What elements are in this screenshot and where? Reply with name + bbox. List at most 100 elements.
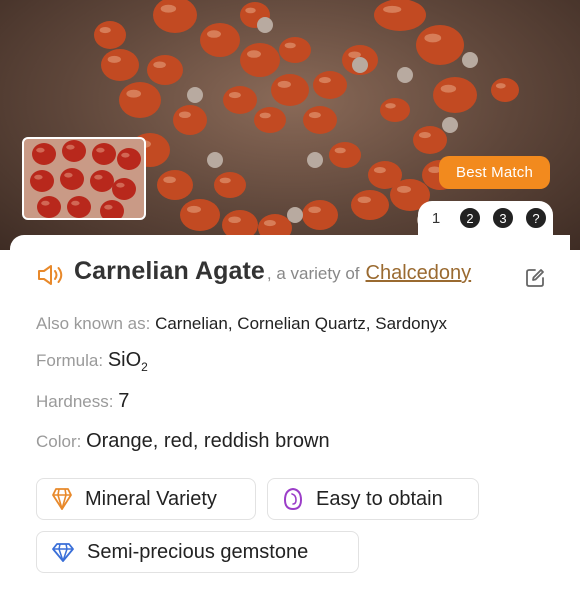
- stone-name: Carnelian Agate: [74, 257, 265, 285]
- tag-easy-to-obtain[interactable]: Easy to obtain: [267, 478, 479, 520]
- pearl-bead: [397, 67, 413, 83]
- hardness-value: 7: [118, 390, 130, 412]
- bead-highlight: [418, 132, 431, 139]
- bead-highlight: [245, 7, 256, 14]
- bead-highlight: [36, 147, 45, 153]
- bead-highlight: [121, 152, 130, 158]
- thumbnail-photo[interactable]: [22, 137, 146, 220]
- bead: [100, 200, 124, 218]
- page-2-button[interactable]: 2: [459, 207, 481, 229]
- bead: [147, 55, 183, 85]
- bead: [117, 148, 141, 170]
- bead: [200, 23, 240, 57]
- bead-highlight: [66, 144, 75, 150]
- result-pager: 1 2 3 ?: [418, 201, 553, 235]
- bead-highlight: [373, 167, 386, 174]
- pearl-bead: [352, 57, 368, 73]
- bead-highlight: [277, 80, 291, 88]
- bead: [37, 196, 61, 218]
- pearl-bead: [287, 207, 303, 223]
- page-help-button[interactable]: ?: [525, 207, 547, 229]
- bead-highlight: [64, 172, 73, 178]
- bead: [173, 105, 207, 135]
- tag-mineral-variety[interactable]: Mineral Variety: [36, 478, 256, 520]
- speaker-icon[interactable]: [36, 263, 66, 287]
- bead: [368, 161, 402, 189]
- bead: [92, 143, 116, 165]
- bead-highlight: [219, 177, 231, 184]
- parent-mineral-link[interactable]: Chalcedony: [366, 262, 472, 285]
- bead: [112, 178, 136, 200]
- bead-highlight: [348, 51, 361, 59]
- bead-highlight: [94, 174, 103, 180]
- pearl-bead: [442, 117, 458, 133]
- bead: [153, 0, 197, 33]
- bead: [119, 82, 161, 118]
- bead-highlight: [116, 182, 125, 188]
- color-row: Color: Orange, red, reddish brown: [36, 430, 330, 453]
- bead-highlight: [385, 103, 396, 109]
- bead-highlight: [284, 42, 296, 49]
- bead-highlight: [107, 55, 121, 63]
- bead: [101, 49, 139, 81]
- diamond-icon: [52, 543, 74, 562]
- pearl-bead: [307, 152, 323, 168]
- bead-highlight: [160, 4, 177, 13]
- bead: [491, 78, 519, 102]
- pearl-bead: [187, 87, 203, 103]
- bead: [413, 126, 447, 154]
- bead-highlight: [228, 216, 241, 224]
- bead: [374, 0, 426, 31]
- bead: [271, 74, 309, 106]
- bead: [302, 200, 338, 230]
- bead-highlight: [263, 220, 276, 227]
- bead: [94, 21, 126, 49]
- thumbnail-image: [30, 140, 141, 218]
- bead-highlight: [153, 61, 166, 69]
- bead-highlight: [308, 112, 321, 119]
- bead: [254, 107, 286, 133]
- title-row: Carnelian Agate , a variety of Chalcedon…: [36, 257, 471, 293]
- pearl-bead: [257, 17, 273, 33]
- bead-highlight: [424, 33, 442, 43]
- bead: [329, 142, 361, 168]
- bead-highlight: [383, 5, 402, 13]
- bead-highlight: [397, 185, 411, 193]
- bead-highlight: [247, 50, 261, 58]
- bead-highlight: [357, 196, 371, 204]
- formula-subscript: 2: [141, 360, 148, 374]
- tag-label: Easy to obtain: [316, 487, 443, 510]
- bead-highlight: [178, 111, 191, 119]
- page-1-button[interactable]: 1: [425, 207, 447, 229]
- bead: [313, 71, 347, 99]
- formula-main: SiO: [107, 349, 142, 371]
- aka-label: Also known as:: [36, 314, 151, 333]
- edit-icon[interactable]: [524, 267, 546, 289]
- tag-label: Mineral Variety: [85, 487, 217, 510]
- bead: [214, 172, 246, 198]
- best-match-badge: Best Match: [439, 156, 550, 189]
- tag-semi-precious[interactable]: Semi-precious gemstone: [36, 531, 359, 573]
- bead-highlight: [126, 89, 142, 98]
- bead-highlight: [99, 27, 111, 34]
- bead: [380, 98, 410, 122]
- formula-value: SiO2: [107, 349, 148, 374]
- page-3-button[interactable]: 3: [492, 207, 514, 229]
- bead-highlight: [207, 30, 221, 38]
- bead: [240, 43, 280, 77]
- bead: [303, 106, 337, 134]
- bead: [60, 168, 84, 190]
- aka-value: Carnelian, Cornelian Quartz, Sardonyx: [155, 314, 448, 333]
- bead-highlight: [440, 84, 457, 93]
- bead-highlight: [96, 147, 105, 153]
- stone-icon: [283, 487, 303, 511]
- bead-highlight: [163, 176, 176, 184]
- bead: [30, 170, 54, 192]
- bead-highlight: [228, 92, 241, 99]
- formula-label: Formula:: [36, 351, 104, 370]
- bead: [62, 140, 86, 162]
- bead-highlight: [187, 205, 201, 213]
- bead: [416, 25, 464, 65]
- bead: [279, 37, 311, 63]
- variety-of-text: , a variety of: [266, 264, 360, 283]
